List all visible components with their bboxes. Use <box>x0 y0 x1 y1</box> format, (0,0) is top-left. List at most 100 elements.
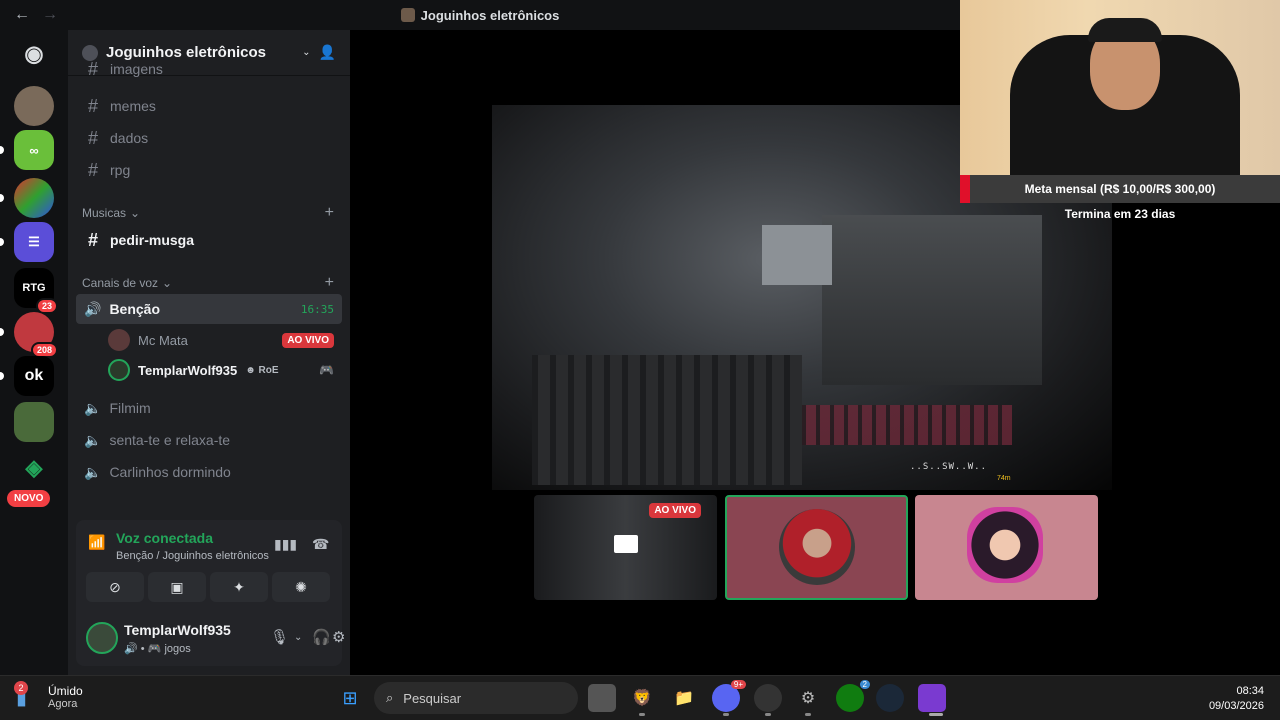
activities-button[interactable]: ✦ <box>210 572 268 602</box>
avatar[interactable] <box>86 622 118 654</box>
discord-icon[interactable]: 9+ <box>712 680 746 712</box>
title-bar: ← → Joguinhos eletrônicos <box>0 0 960 30</box>
member-name: TemplarWolf935 <box>138 362 238 378</box>
goal-bar: Meta mensal (R$ 10,00/R$ 300,00) <box>960 175 1280 203</box>
headphones-icon[interactable]: 🎧 <box>312 628 331 646</box>
settings-icon[interactable]: ⚙ <box>332 628 345 646</box>
channel-memes[interactable]: # memes <box>76 91 342 121</box>
server-icon-3[interactable]: ☰ <box>14 222 54 262</box>
channel-imagens[interactable]: # imagens <box>76 60 342 78</box>
channel-pedir-musga[interactable]: # pedir-musga <box>76 225 342 255</box>
avatar <box>108 329 130 351</box>
channel-label: dados <box>110 130 149 146</box>
running-indicator <box>639 713 645 716</box>
server-icon-1[interactable] <box>14 86 54 126</box>
server-icon-landscape[interactable] <box>14 402 54 442</box>
novo-badge: NOVO <box>7 490 51 507</box>
clan-tag-text: RoE <box>258 364 279 376</box>
disconnect-icon[interactable]: ☎ <box>312 536 329 553</box>
task-view-icon[interactable] <box>588 684 616 712</box>
participant-tile[interactable] <box>915 495 1098 600</box>
channel-rpg[interactable]: # rpg <box>76 155 342 185</box>
game-railing <box>532 355 802 485</box>
search-box[interactable]: ⌕ Pesquisar <box>374 682 578 714</box>
add-member-icon[interactable]: 👤 <box>319 44 336 61</box>
user-status-text: jogos <box>164 643 191 655</box>
window-title: Joguinhos eletrônicos <box>0 8 960 23</box>
soundboard-button[interactable]: ✺ <box>272 572 330 602</box>
voice-location[interactable]: Benção / Joguinhos eletrônicos <box>116 550 269 562</box>
chevron-down-icon: ⌄ <box>130 206 141 220</box>
hash-icon: # <box>87 95 98 116</box>
steam-icon[interactable] <box>876 684 904 712</box>
voice-member[interactable]: TemplarWolf935 ☻ RoE 🎮 <box>108 356 342 384</box>
xbox-icon[interactable]: 2 <box>836 680 870 712</box>
channel-label: Benção <box>109 301 161 317</box>
game-container-wall <box>822 215 1042 385</box>
channel-label: imagens <box>110 61 163 77</box>
avatar <box>967 507 1043 583</box>
channel-dados[interactable]: # dados <box>76 123 342 153</box>
voice-connected-panel: 📶 Voz conectada Benção / Joguinhos eletr… <box>76 520 342 610</box>
hash-icon: # <box>87 127 98 148</box>
active-indicator <box>929 713 943 716</box>
game-compass: ..S..SW..W.. <box>910 462 988 472</box>
channel-sidebar: Joguinhos eletrônicos ⌄ 👤 # imagens # me… <box>68 30 350 675</box>
unread-pill <box>0 194 4 202</box>
hash-icon: # <box>87 229 98 250</box>
stream-app-icon[interactable] <box>918 684 946 712</box>
category-voice[interactable]: Canais de voz ⌄ <box>82 276 172 290</box>
chevron-down-icon[interactable]: ⌄ <box>294 632 302 643</box>
windows-start-icon[interactable]: ⊞ <box>336 684 364 712</box>
noise-suppression-icon[interactable]: ▮▮▮ <box>274 536 297 553</box>
weather-widget[interactable]: ▮ 2 Úmido Agora <box>14 681 83 710</box>
camera-off-icon: ⊘ <box>109 578 121 595</box>
speaker-icon: 🔈 <box>84 431 102 448</box>
window-title-text: Joguinhos eletrônicos <box>420 7 560 23</box>
game-red-grating <box>792 405 1012 445</box>
voice-channel-filmim[interactable]: 🔈 Filmim <box>76 393 342 423</box>
live-badge: AO VIVO <box>282 332 334 348</box>
category-musicas[interactable]: Musicas ⌄ <box>82 206 140 220</box>
speaker-icon: 🔈 <box>84 463 102 480</box>
stream-thumbnail-screen[interactable]: AO VIVO <box>534 495 717 600</box>
camera-off-button[interactable]: ⊘ <box>86 572 144 602</box>
taskbar: ▮ 2 Úmido Agora ⊞ ⌕ Pesquisar 🦁 📁 9+ ⚙ 2… <box>0 675 1280 720</box>
voice-channel-bencao[interactable]: 🔊 Benção 16:35 <box>76 294 342 324</box>
screen-share-button[interactable]: ▣ <box>148 572 206 602</box>
server-icon-ok[interactable]: ok <box>14 356 54 396</box>
weather-icon: ▮ 2 <box>14 681 28 709</box>
voice-status[interactable]: Voz conectada <box>116 530 213 546</box>
server-icon-rtg[interactable]: RTG 23 <box>14 268 58 314</box>
clan-tag: ☻ RoE <box>245 365 278 376</box>
hash-icon: # <box>87 60 98 78</box>
mention-badge: 23 <box>35 298 58 314</box>
server-icon-infinity[interactable]: ∞ <box>14 130 54 170</box>
server-icon-red[interactable]: 208 <box>14 312 58 358</box>
obs-icon[interactable] <box>754 684 782 712</box>
running-indicator <box>805 713 811 716</box>
forward-arrow-icon[interactable]: → <box>42 6 58 24</box>
add-channel-icon[interactable]: + <box>325 204 334 222</box>
game-light-opening <box>762 225 832 285</box>
back-arrow-icon[interactable]: ← <box>14 6 30 24</box>
discover-icon[interactable]: ◈ <box>14 448 54 488</box>
system-clock[interactable]: 08:34 09/03/2026 <box>1209 684 1264 714</box>
add-channel-icon[interactable]: + <box>325 274 334 292</box>
voice-channel-senta[interactable]: 🔈 senta-te e relaxa-te <box>76 425 342 455</box>
user-name[interactable]: TemplarWolf935 <box>124 622 231 638</box>
brave-browser-icon[interactable]: 🦁 <box>628 684 656 712</box>
server-rail: ◉ ∞ ☰ RTG 23 208 ok ◈ NOVO <box>0 30 68 675</box>
file-explorer-icon[interactable]: 📁 <box>670 684 698 712</box>
voice-member[interactable]: Mc Mata AO VIVO <box>108 326 342 354</box>
microphone-icon[interactable]: 🎙 <box>270 628 289 646</box>
signal-icon: 📶 <box>88 534 106 550</box>
weather-badge: 2 <box>14 681 28 695</box>
webcam-cap <box>1088 18 1162 42</box>
participant-tile[interactable] <box>725 495 908 600</box>
discord-home-icon[interactable]: ◉ <box>14 34 54 74</box>
settings-icon[interactable]: ⚙ <box>794 684 822 712</box>
voice-channel-carlinhos[interactable]: 🔈 Carlinhos dormindo <box>76 457 342 487</box>
server-icon-rainbow[interactable] <box>14 178 54 218</box>
chevron-down-icon: ⌄ <box>162 276 173 290</box>
